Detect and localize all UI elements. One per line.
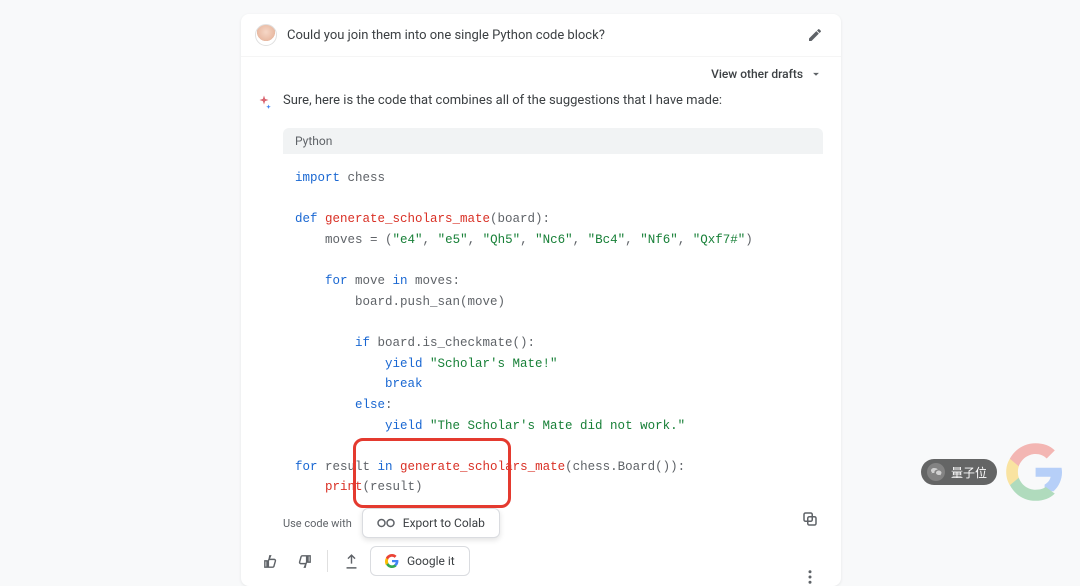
thumbs-up-icon[interactable] [255, 546, 285, 576]
assistant-intro-text: Sure, here is the code that combines all… [283, 93, 722, 108]
watermark-text: 量子位 [951, 464, 987, 481]
colab-icon [377, 517, 395, 529]
watermark: 量子位 [921, 442, 1065, 502]
google-logo-watermark [1005, 442, 1065, 502]
chevron-down-icon [809, 67, 823, 81]
sparkle-icon [255, 94, 273, 112]
more-icon[interactable] [801, 568, 819, 586]
code-language-label: Python [283, 128, 823, 154]
wechat-icon [927, 463, 945, 481]
view-drafts-button[interactable]: View other drafts [241, 57, 841, 89]
assistant-row: Sure, here is the code that combines all… [241, 89, 841, 122]
view-drafts-label: View other drafts [711, 67, 803, 81]
action-bar: Use code with Export to Colab [241, 500, 841, 546]
chat-card: Could you join them into one single Pyth… [241, 14, 841, 586]
code-body: import chess def generate_scholars_mate(… [283, 154, 823, 500]
separator [327, 550, 328, 572]
thumbs-down-icon[interactable] [289, 546, 319, 576]
export-label: Export to Colab [403, 516, 485, 530]
google-it-button[interactable]: Google it [370, 546, 470, 576]
share-icon[interactable] [336, 546, 366, 576]
copy-icon[interactable] [801, 510, 819, 528]
google-it-label: Google it [407, 554, 455, 568]
feedback-row: Google it [241, 546, 841, 586]
use-code-label: Use code with [283, 517, 352, 530]
watermark-bubble: 量子位 [921, 459, 997, 485]
prompt-row: Could you join them into one single Pyth… [241, 14, 841, 57]
code-block: Python import chess def generate_scholar… [283, 128, 823, 500]
user-avatar [255, 24, 277, 46]
google-icon [385, 554, 399, 568]
edit-icon[interactable] [807, 27, 823, 43]
export-to-colab-button[interactable]: Export to Colab [362, 508, 500, 538]
user-prompt-text: Could you join them into one single Pyth… [287, 28, 807, 43]
